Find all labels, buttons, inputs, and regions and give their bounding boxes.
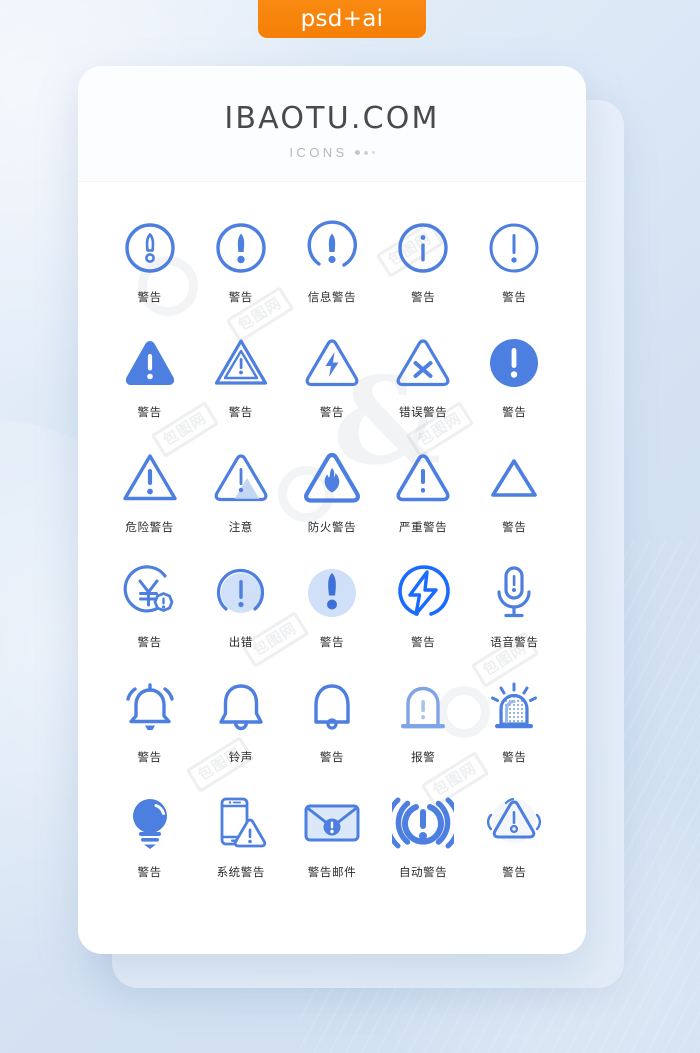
circle-filled-exclamation-icon[interactable] <box>206 216 276 280</box>
icon-cell[interactable]: 信息警告 <box>286 208 377 323</box>
broadcast-alert-icon[interactable] <box>388 791 458 855</box>
icon-cell[interactable]: 警告 <box>104 323 195 438</box>
icon-label: 出错 <box>228 635 253 649</box>
triangle-lightning-icon[interactable] <box>297 331 367 395</box>
icon-label: 警告 <box>502 290 527 304</box>
siren-lamp-exclamation-icon[interactable] <box>388 676 458 740</box>
icon-label: 危险警告 <box>125 520 174 534</box>
format-badge: psd+ai <box>258 0 426 38</box>
icon-cell[interactable]: 警告 <box>469 208 560 323</box>
icon-cell[interactable]: 出错 <box>195 553 286 668</box>
circle-info-icon[interactable] <box>388 216 458 280</box>
icon-cell[interactable]: 警告 <box>469 323 560 438</box>
triangle-rounded-exclamation-icon[interactable] <box>388 446 458 510</box>
icon-cell[interactable]: 警告 <box>286 668 377 783</box>
triangle-outline-exclamation-icon[interactable] <box>115 446 185 510</box>
icon-label: 警告 <box>137 635 162 649</box>
icon-label: 警告 <box>411 635 436 649</box>
icon-cell[interactable]: 语音警告 <box>469 553 560 668</box>
circle-pale-exclamation-icon[interactable] <box>297 561 367 625</box>
icon-label: 语音警告 <box>490 635 539 649</box>
icon-label: 警告 <box>319 750 345 764</box>
icon-label: 警告 <box>502 520 527 534</box>
triangle-double-exclamation-icon[interactable] <box>206 331 276 395</box>
icon-label: 严重警告 <box>398 520 448 534</box>
envelope-alert-icon[interactable] <box>297 791 367 855</box>
icon-cell[interactable]: 严重警告 <box>378 438 469 553</box>
icon-cell[interactable]: 错误警告 <box>378 323 469 438</box>
icon-cell[interactable]: 自动警告 <box>378 783 469 898</box>
icon-label: 警告 <box>502 750 527 764</box>
circle-outline-exclamation-icon[interactable] <box>115 216 185 280</box>
icon-label: 警告 <box>502 865 527 879</box>
icon-cell[interactable]: 警告 <box>469 783 560 898</box>
icon-label: 警告 <box>502 405 527 419</box>
icon-set-card: IBAOTU.COM ICONS 包图网 包图网 包图网 包图网 包图网 包图网… <box>78 66 586 954</box>
icon-label: 警告 <box>228 290 253 304</box>
icon-cell[interactable]: 注意 <box>195 438 286 553</box>
icon-cell[interactable]: 警告 <box>195 323 286 438</box>
subtitle-row: ICONS <box>289 145 375 160</box>
icon-cell[interactable]: 警告 <box>104 208 195 323</box>
icon-cell[interactable]: 警告 <box>104 553 195 668</box>
phone-alert-icon[interactable] <box>206 791 276 855</box>
icon-cell[interactable]: 报警 <box>378 668 469 783</box>
triangle-shaded-exclamation-icon[interactable] <box>206 446 276 510</box>
icon-label: 警告 <box>228 405 253 419</box>
icon-label: 系统警告 <box>216 865 265 879</box>
circle-bolt-icon[interactable] <box>388 561 458 625</box>
triangle-plain-icon[interactable] <box>479 446 549 510</box>
triangle-waves-exclamation-icon[interactable] <box>479 791 549 855</box>
circle-thin-exclamation-icon[interactable] <box>479 216 549 280</box>
icon-cell[interactable]: 警告邮件 <box>286 783 377 898</box>
icon-label: 警告 <box>137 750 162 764</box>
page-subtitle: ICONS <box>289 145 348 160</box>
yuan-alert-badge-icon[interactable] <box>115 561 185 625</box>
card-header: IBAOTU.COM ICONS <box>78 66 586 182</box>
circle-progress-exclamation-icon[interactable] <box>206 561 276 625</box>
icon-label: 注意 <box>228 520 253 534</box>
microphone-alert-icon[interactable] <box>479 561 549 625</box>
circle-solid-exclamation-icon[interactable] <box>479 331 549 395</box>
icon-label: 铃声 <box>228 750 253 764</box>
siren-textured-icon[interactable] <box>479 676 549 740</box>
triangle-cross-icon[interactable] <box>388 331 458 395</box>
bell-outline-icon[interactable] <box>206 676 276 740</box>
page-title: IBAOTU.COM <box>224 101 440 136</box>
icon-label: 警告 <box>319 405 345 419</box>
icon-cell[interactable]: 警告 <box>378 208 469 323</box>
icon-cell[interactable]: 警告 <box>286 553 377 668</box>
icon-cell[interactable]: 警告 <box>469 668 560 783</box>
icon-grid: 警告 警告 信息警告 警告 警告 警告 警告 警告 错误警告 警告 危险警告 注… <box>78 182 586 898</box>
icon-cell[interactable]: 系统警告 <box>195 783 286 898</box>
icon-cell[interactable]: 警告 <box>104 668 195 783</box>
bell-ringing-icon[interactable] <box>115 676 185 740</box>
icon-label: 防火警告 <box>307 520 357 534</box>
icon-label: 信息警告 <box>307 290 357 304</box>
bell-simple-icon[interactable] <box>297 676 367 740</box>
icon-cell[interactable]: 铃声 <box>195 668 286 783</box>
triangle-solid-exclamation-icon[interactable] <box>115 331 185 395</box>
icon-cell[interactable]: 警告 <box>286 323 377 438</box>
circle-broken-exclamation-icon[interactable] <box>297 216 367 280</box>
icon-cell[interactable]: 防火警告 <box>286 438 377 553</box>
icon-label: 警告 <box>137 290 162 304</box>
icon-cell[interactable]: 警告 <box>378 553 469 668</box>
icon-label: 警告 <box>319 635 345 649</box>
icon-cell[interactable]: 危险警告 <box>104 438 195 553</box>
icon-label: 警告 <box>137 865 162 879</box>
icon-label: 报警 <box>411 750 436 764</box>
dots-decoration <box>354 150 375 155</box>
icon-label: 警告 <box>137 405 162 419</box>
icon-label: 警告邮件 <box>307 865 357 879</box>
icon-cell[interactable]: 警告 <box>469 438 560 553</box>
icon-cell[interactable]: 警告 <box>195 208 286 323</box>
triangle-fire-icon[interactable] <box>297 446 367 510</box>
icon-label: 错误警告 <box>398 405 448 419</box>
icon-label: 警告 <box>411 290 436 304</box>
lightbulb-icon[interactable] <box>115 791 185 855</box>
icon-label: 自动警告 <box>398 865 448 879</box>
icon-cell[interactable]: 警告 <box>104 783 195 898</box>
